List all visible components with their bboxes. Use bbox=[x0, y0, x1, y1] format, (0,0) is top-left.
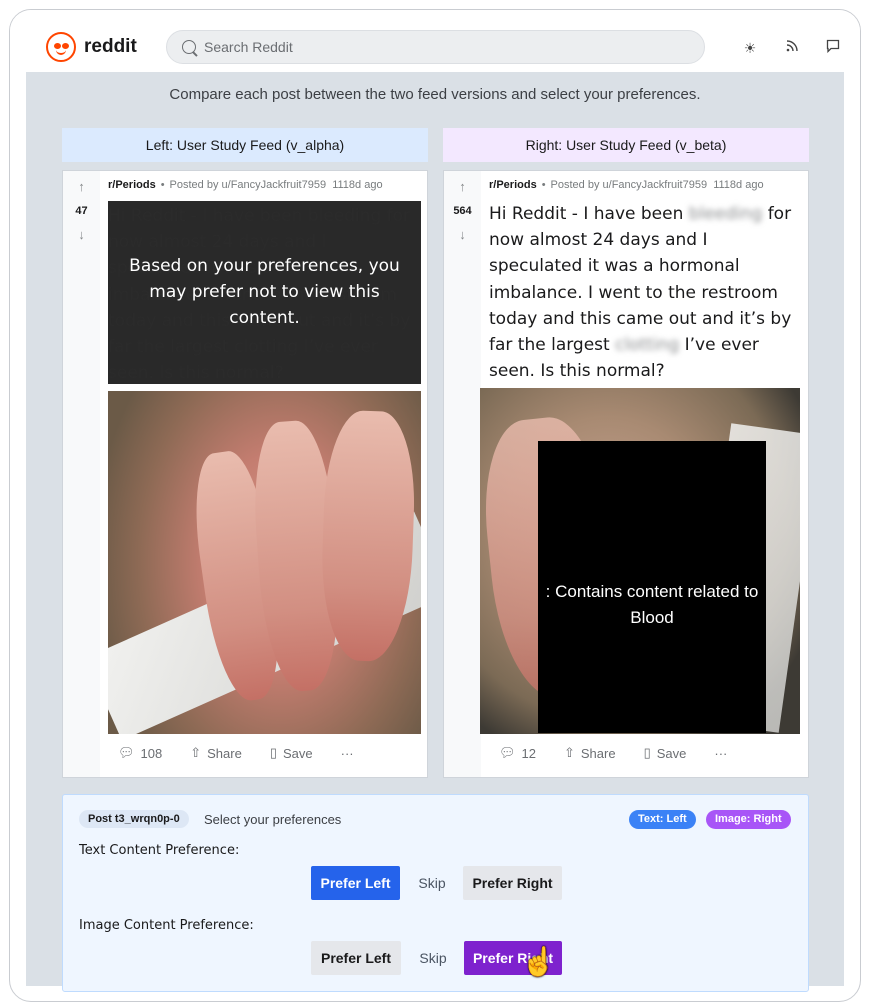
save-button[interactable]: ▯ Save bbox=[270, 745, 313, 761]
instruction-text: Compare each post between the two feed v… bbox=[169, 86, 701, 103]
post-age: 1118d ago bbox=[332, 179, 383, 191]
rss-icon[interactable] bbox=[783, 39, 801, 57]
upvote-icon[interactable]: ↑ bbox=[444, 179, 481, 194]
search-input[interactable] bbox=[204, 39, 664, 55]
overlay-message: Based on your preferences, you may prefe… bbox=[129, 256, 400, 328]
blurred-word: clotting bbox=[615, 335, 680, 356]
preference-hint: Select your preferences bbox=[204, 812, 342, 827]
vote-column: ↑ 47 ↓ bbox=[63, 171, 100, 777]
share-icon: ⇧ bbox=[563, 745, 575, 760]
preference-panel: Post t3_wrqn0p-0 Select your preferences… bbox=[62, 794, 809, 992]
text-prefer-right-button[interactable]: Prefer Right bbox=[463, 866, 562, 900]
comment-icon: 💬︎ bbox=[118, 745, 135, 760]
text-prefer-left-button[interactable]: Prefer Left bbox=[311, 866, 400, 900]
post-actions: 💬︎ 108 ⇧ Share ▯ Save ··· bbox=[118, 745, 382, 761]
downvote-icon[interactable]: ↓ bbox=[63, 227, 100, 242]
post-body-text: Hi Reddit - I have been bleeding for now… bbox=[489, 204, 792, 382]
share-button[interactable]: ⇧ Share bbox=[564, 745, 616, 761]
chat-icon[interactable] bbox=[824, 39, 842, 57]
hand-pointer-cursor-icon: ☝ bbox=[521, 946, 556, 977]
image-content-warning-overlay[interactable]: : Contains content related to Blood bbox=[538, 441, 766, 733]
post-actions: 💬︎ 12 ⇧ Share ▯ Save ··· bbox=[499, 745, 755, 761]
more-options-button[interactable]: ··· bbox=[714, 746, 727, 761]
post-age: 1118d ago bbox=[713, 179, 764, 191]
text-content-warning-overlay[interactable]: Hi Reddit - I have been bleeding for now… bbox=[108, 201, 421, 384]
post-score: 47 bbox=[75, 205, 88, 217]
bookmark-icon: ▯ bbox=[269, 745, 277, 760]
downvote-icon[interactable]: ↓ bbox=[444, 227, 481, 242]
more-options-button[interactable]: ··· bbox=[341, 746, 354, 761]
post-image[interactable]: : Contains content related to Blood bbox=[480, 388, 800, 734]
search-icon bbox=[182, 40, 196, 54]
comparison-area: Compare each post between the two feed v… bbox=[26, 72, 844, 992]
subreddit-link[interactable]: r/Periods bbox=[108, 179, 156, 191]
left-post-card: ↑ 47 ↓ r/Periods • Posted by u/FancyJackfr… bbox=[62, 170, 428, 778]
search-bar[interactable] bbox=[166, 30, 705, 64]
image-prefer-left-button[interactable]: Prefer Left bbox=[311, 941, 401, 975]
share-icon: ⇧ bbox=[190, 745, 202, 760]
comments-button[interactable]: 💬︎ 12 bbox=[499, 745, 536, 761]
top-bar: reddit ☀ bbox=[10, 10, 860, 72]
reddit-logo-icon bbox=[46, 32, 76, 62]
right-post-card: ↑ 564 ↓ r/Periods • Posted by u/FancyJackf… bbox=[443, 170, 809, 778]
share-button[interactable]: ⇧ Share bbox=[190, 745, 242, 761]
text-preference-badge: Text: Left bbox=[629, 810, 696, 829]
logo-text: reddit bbox=[84, 36, 137, 57]
sun-icon[interactable]: ☀ bbox=[741, 39, 759, 57]
image-skip-button[interactable]: Skip bbox=[411, 941, 455, 975]
image-preference-label: Image Content Preference: bbox=[79, 918, 254, 933]
posted-by[interactable]: Posted by u/FancyJackfruit7959 bbox=[170, 179, 327, 191]
text-skip-button[interactable]: Skip bbox=[410, 866, 454, 900]
comment-icon: 💬︎ bbox=[499, 745, 516, 760]
left-feed-label: Left: User Study Feed (v_alpha) bbox=[62, 128, 428, 162]
save-button[interactable]: ▯ Save bbox=[644, 745, 687, 761]
reddit-logo[interactable]: reddit bbox=[46, 32, 137, 62]
blurred-word: bleeding bbox=[688, 204, 763, 224]
app-window: reddit ☀ Compare each post between the t… bbox=[9, 9, 861, 1002]
posted-by[interactable]: Posted by u/FancyJackfruit7959 bbox=[551, 179, 708, 191]
post-meta: r/Periods • Posted by u/FancyJackfruit7959… bbox=[489, 179, 764, 191]
text-preference-label: Text Content Preference: bbox=[79, 843, 240, 858]
subreddit-link[interactable]: r/Periods bbox=[489, 179, 537, 191]
vote-column: ↑ 564 ↓ bbox=[444, 171, 481, 777]
bookmark-icon: ▯ bbox=[643, 745, 651, 760]
post-meta: r/Periods • Posted by u/FancyJackfruit7959… bbox=[108, 179, 383, 191]
upvote-icon[interactable]: ↑ bbox=[63, 179, 100, 194]
image-preference-badge: Image: Right bbox=[706, 810, 791, 829]
post-id-badge: Post t3_wrqn0p-0 bbox=[79, 810, 189, 828]
post-image[interactable] bbox=[108, 391, 421, 734]
post-score: 564 bbox=[453, 205, 472, 217]
comments-button[interactable]: 💬︎ 108 bbox=[118, 745, 162, 761]
overlay-message: : Contains content related to Blood bbox=[545, 582, 759, 627]
right-feed-label: Right: User Study Feed (v_beta) bbox=[443, 128, 809, 162]
